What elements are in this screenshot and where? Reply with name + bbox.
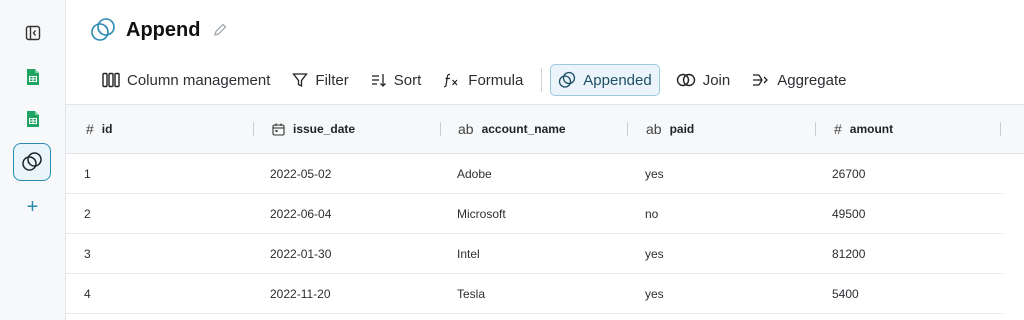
formula-button[interactable]: Formula — [437, 65, 529, 95]
column-divider[interactable] — [815, 122, 816, 136]
column-header-account-name[interactable]: ab account_name — [458, 105, 566, 153]
cell-amount[interactable]: 5400 — [832, 274, 859, 313]
column-header-paid[interactable]: ab paid — [646, 105, 694, 153]
calendar-icon — [272, 123, 285, 136]
appended-label: Appended — [583, 71, 652, 89]
plus-icon: + — [26, 195, 39, 218]
cell-issue-date[interactable]: 2022-11-20 — [270, 274, 331, 313]
cell-id[interactable]: 4 — [84, 274, 91, 313]
join-icon — [676, 73, 695, 87]
cell-id[interactable]: 2 — [84, 194, 91, 233]
join-button[interactable]: Join — [670, 65, 737, 95]
table-row[interactable]: 4 2022-11-20 Tesla yes 5400 — [66, 274, 1003, 314]
aggregate-button[interactable]: Aggregate — [746, 65, 852, 95]
sheet-source-2-button[interactable] — [0, 108, 65, 130]
append-icon — [559, 71, 576, 88]
cell-paid[interactable]: yes — [645, 274, 664, 313]
column-management-label: Column management — [127, 71, 271, 89]
toolbar-divider — [541, 68, 543, 92]
column-management-button[interactable]: Column management — [96, 65, 276, 95]
cell-account-name[interactable]: Intel — [457, 234, 480, 273]
column-label: paid — [669, 122, 695, 136]
column-header-issue-date[interactable]: issue_date — [272, 105, 355, 153]
formula-fx-icon — [444, 73, 458, 88]
aggregate-label: Aggregate — [777, 71, 847, 89]
column-divider[interactable] — [253, 122, 254, 136]
toolbar: Column management Filter Sort Formula Ap… — [96, 64, 862, 96]
cell-paid[interactable]: yes — [645, 234, 664, 273]
cell-account-name[interactable]: Tesla — [457, 274, 485, 313]
edit-pencil-icon[interactable] — [212, 22, 228, 38]
column-label: id — [101, 122, 113, 136]
sort-label: Sort — [393, 71, 422, 89]
sort-button[interactable]: Sort — [365, 65, 428, 95]
cell-id[interactable]: 1 — [84, 154, 91, 193]
cell-account-name[interactable]: Adobe — [457, 154, 492, 193]
filter-label: Filter — [315, 71, 349, 89]
sort-icon — [371, 74, 386, 87]
cell-paid[interactable]: no — [645, 194, 658, 233]
join-label: Join — [702, 71, 731, 89]
spreadsheet-icon — [26, 111, 39, 127]
filter-button[interactable]: Filter — [286, 65, 354, 95]
number-type-icon: # — [86, 121, 94, 137]
cell-id[interactable]: 3 — [84, 234, 91, 273]
column-header-amount[interactable]: # amount — [834, 105, 893, 153]
aggregate-icon — [753, 74, 769, 86]
column-label: issue_date — [293, 122, 356, 136]
append-node-button[interactable] — [13, 143, 51, 181]
formula-label: Formula — [468, 71, 524, 89]
columns-icon — [102, 72, 120, 88]
cell-amount[interactable]: 81200 — [832, 234, 865, 273]
column-label: amount — [849, 122, 894, 136]
column-header-id[interactable]: # id — [86, 105, 112, 153]
column-divider[interactable] — [1000, 122, 1001, 136]
table-row[interactable]: 2 2022-06-04 Microsoft no 49500 — [66, 194, 1003, 234]
appended-button[interactable]: Appended — [550, 64, 660, 96]
column-label: account_name — [481, 122, 566, 136]
table-row[interactable]: 1 2022-05-02 Adobe yes 26700 — [66, 154, 1003, 194]
left-rail: + — [0, 0, 66, 320]
spreadsheet-icon — [26, 69, 39, 85]
sheet-source-1-button[interactable] — [0, 66, 65, 88]
cell-amount[interactable]: 49500 — [832, 194, 865, 233]
data-table: # id issue_date ab account_name ab paid — [66, 104, 1024, 314]
append-icon — [91, 18, 115, 41]
column-divider[interactable] — [627, 122, 628, 136]
cell-account-name[interactable]: Microsoft — [457, 194, 506, 233]
cell-issue-date[interactable]: 2022-05-02 — [270, 154, 331, 193]
cell-issue-date[interactable]: 2022-01-30 — [270, 234, 331, 273]
add-node-button[interactable]: + — [0, 196, 65, 218]
append-icon — [22, 152, 42, 171]
cell-issue-date[interactable]: 2022-06-04 — [270, 194, 331, 233]
cell-amount[interactable]: 26700 — [832, 154, 865, 193]
page-title: Append — [126, 18, 201, 41]
table-header: # id issue_date ab account_name ab paid — [66, 104, 1024, 154]
text-type-icon: ab — [646, 121, 662, 137]
number-type-icon: # — [834, 121, 842, 137]
text-type-icon: ab — [458, 121, 474, 137]
collapse-sidebar-button[interactable] — [0, 22, 65, 44]
table-row[interactable]: 3 2022-01-30 Intel yes 81200 — [66, 234, 1003, 274]
cell-paid[interactable]: yes — [645, 154, 664, 193]
column-divider[interactable] — [440, 122, 441, 136]
sidebar-collapse-icon — [25, 25, 40, 41]
header: Append — [90, 14, 228, 46]
filter-icon — [292, 73, 309, 88]
